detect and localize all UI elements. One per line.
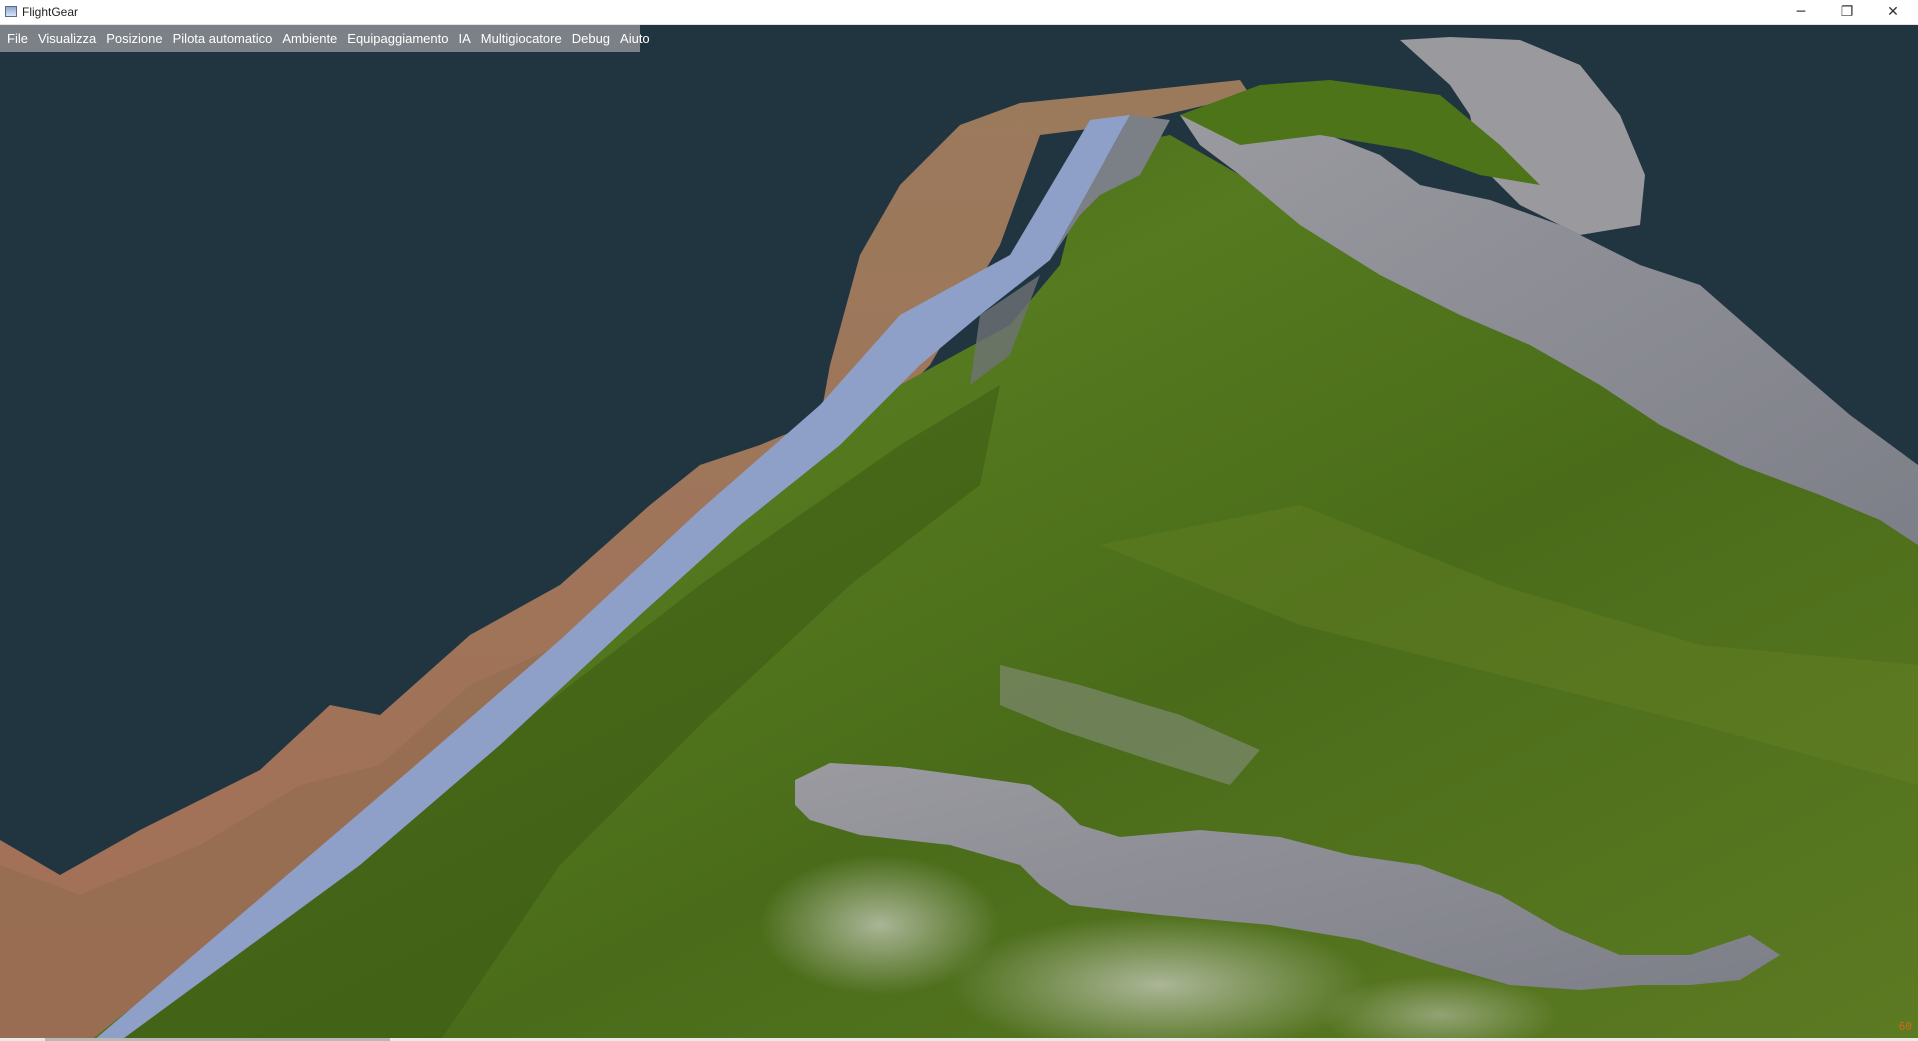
window-titlebar[interactable]: FlightGear ─ ❐ ✕ bbox=[0, 0, 1918, 25]
3d-scene-viewport[interactable]: 60 bbox=[0, 25, 1918, 1041]
menu-debug[interactable]: Debug bbox=[567, 25, 615, 52]
menu-ia[interactable]: IA bbox=[453, 25, 475, 52]
menu-visualizza[interactable]: Visualizza bbox=[33, 25, 101, 52]
menubar: File Visualizza Posizione Pilota automat… bbox=[0, 25, 650, 52]
menu-aiuto[interactable]: Aiuto bbox=[615, 25, 655, 52]
restore-button[interactable]: ❐ bbox=[1824, 0, 1870, 24]
menu-file[interactable]: File bbox=[2, 25, 33, 52]
menu-posizione[interactable]: Posizione bbox=[101, 25, 167, 52]
menu-equipaggiamento[interactable]: Equipaggiamento bbox=[342, 25, 453, 52]
menu-ambiente[interactable]: Ambiente bbox=[277, 25, 342, 52]
close-button[interactable]: ✕ bbox=[1870, 0, 1916, 24]
app-icon bbox=[5, 6, 17, 17]
window-title: FlightGear bbox=[22, 5, 79, 19]
minimize-button[interactable]: ─ bbox=[1778, 0, 1824, 24]
menu-multigiocatore[interactable]: Multigiocatore bbox=[476, 25, 567, 52]
menu-pilota-automatico[interactable]: Pilota automatico bbox=[168, 25, 278, 52]
fps-counter: 60 bbox=[1898, 1020, 1912, 1033]
terrain-render bbox=[0, 37, 1918, 1041]
